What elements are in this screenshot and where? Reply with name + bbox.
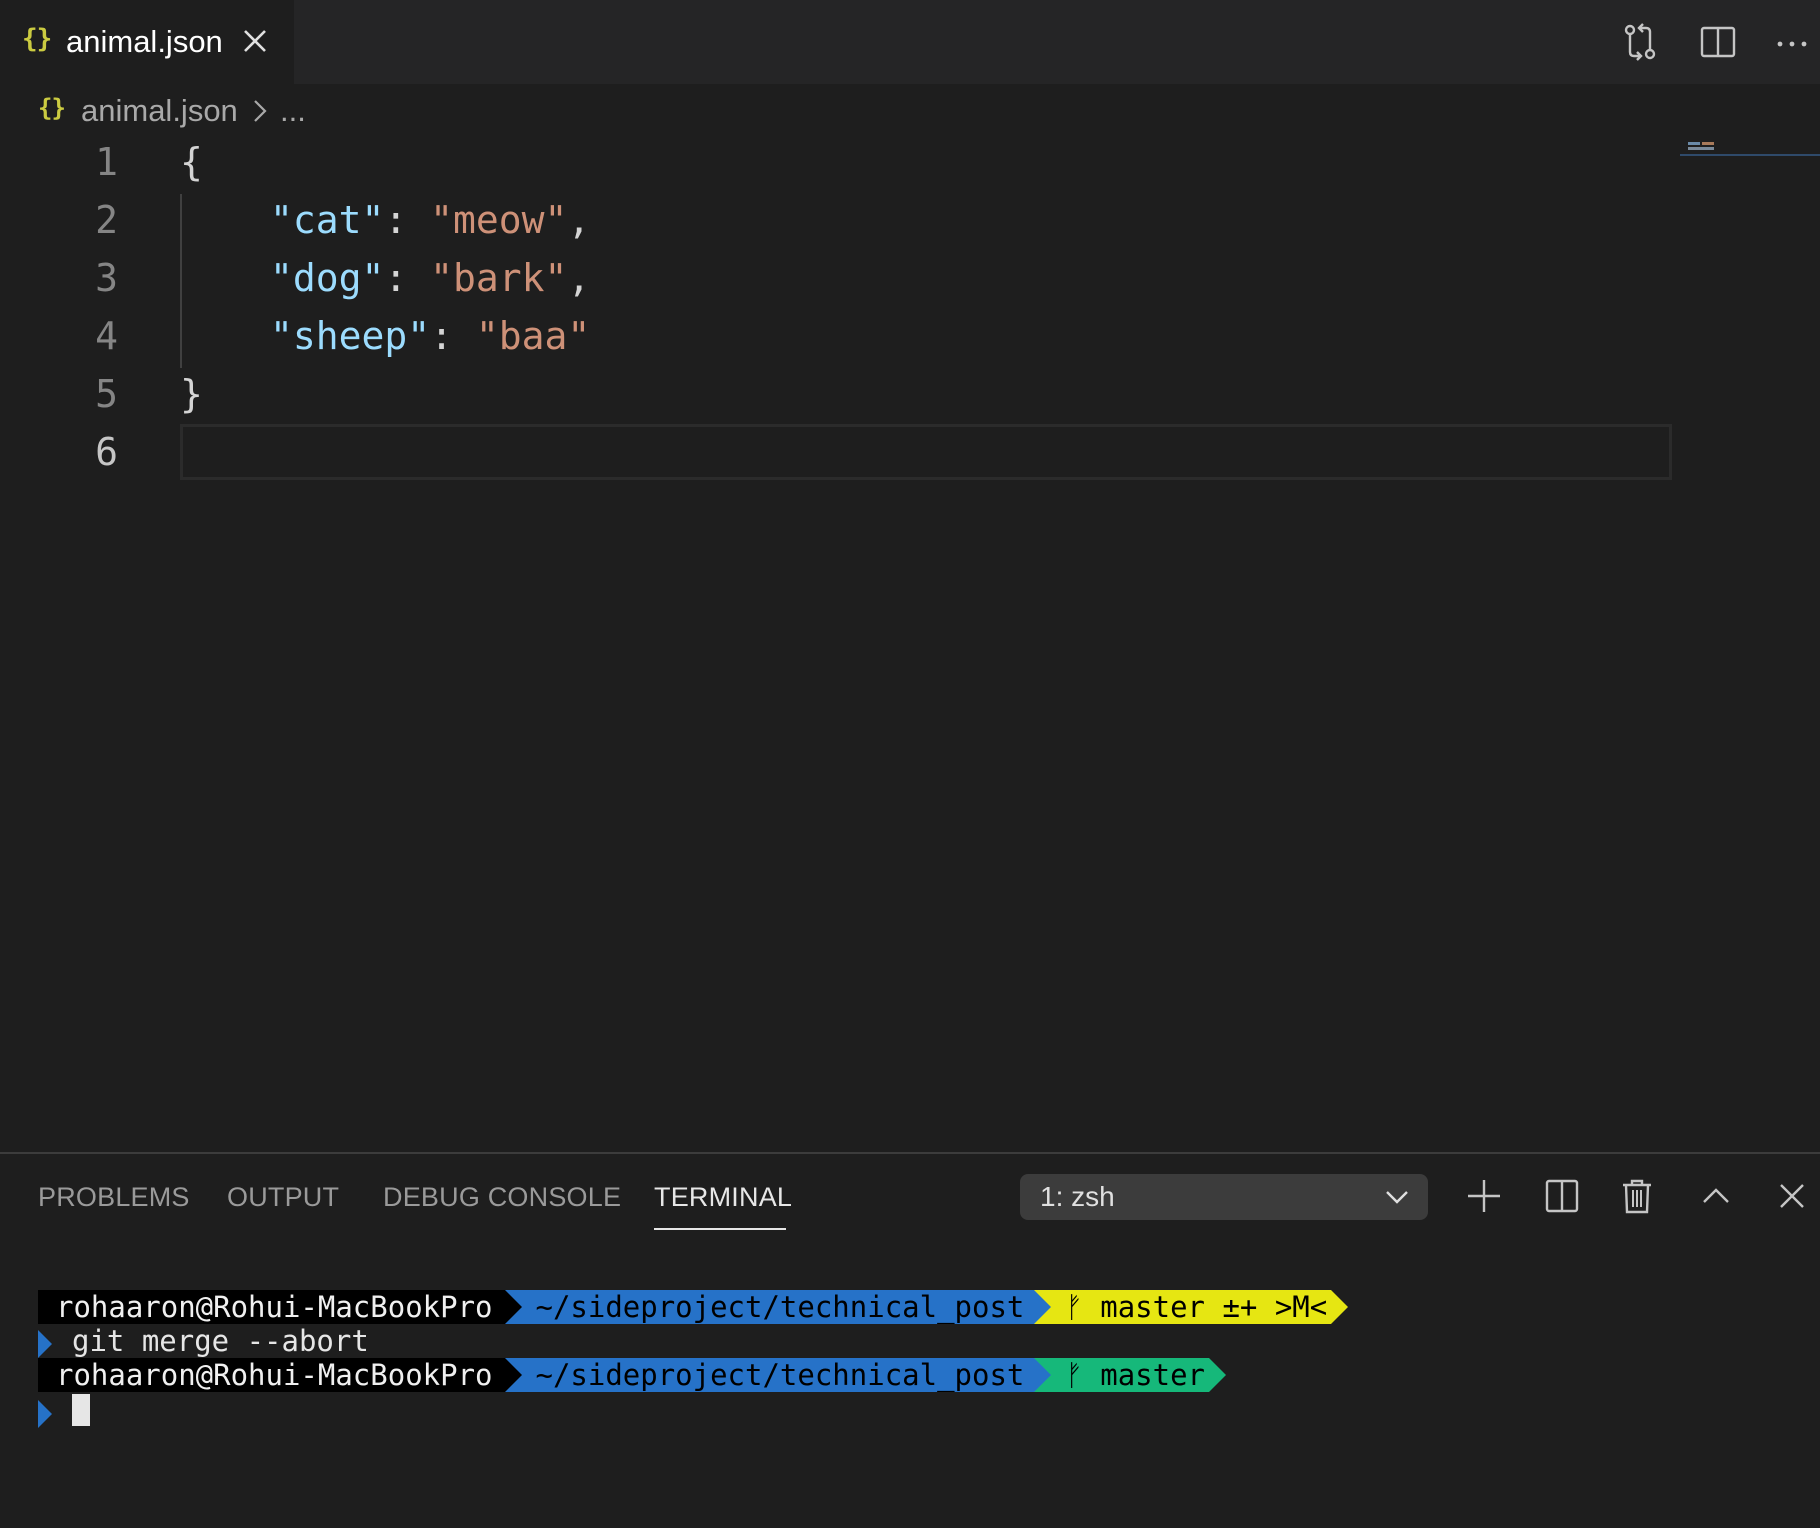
terminal-prompt: rohaaron@Rohui-MacBookPro ~/sideproject/…: [38, 1290, 1349, 1324]
more-actions-icon[interactable]: [1772, 22, 1812, 62]
line-number: 4: [95, 314, 118, 358]
line-code: }: [180, 372, 203, 416]
prompt-user: rohaaron@Rohui-MacBookPro: [38, 1358, 505, 1392]
powerline-separator: [1034, 1290, 1052, 1324]
editor-tab-bar: {} animal.json: [0, 0, 1820, 84]
prompt-git-status: ᚠ master: [1051, 1358, 1209, 1392]
line-code: "dog": "bark",: [270, 256, 591, 300]
code-editor[interactable]: 1 { 2 "cat": "meow", 3 "dog": "bark", 4 …: [0, 136, 1820, 1152]
line-code: "cat": "meow",: [270, 198, 591, 242]
terminal-select[interactable]: 1: zsh: [1020, 1174, 1428, 1220]
breadcrumb: {} animal.json ...: [0, 84, 1820, 136]
json-value: "baa": [475, 314, 591, 358]
breadcrumb-file[interactable]: animal.json: [81, 93, 238, 129]
trash-icon[interactable]: [1617, 1176, 1657, 1216]
terminal-input-line[interactable]: [38, 1392, 238, 1432]
split-terminal-icon[interactable]: [1542, 1176, 1582, 1216]
json-key: "dog": [270, 256, 385, 300]
open-changes-icon[interactable]: [1620, 22, 1660, 62]
prompt-chevron-icon: [38, 1330, 52, 1358]
terminal-select-value: 1: zsh: [1040, 1181, 1115, 1212]
line-number: 5: [95, 372, 118, 416]
json-braces-icon: {}: [22, 24, 52, 54]
json-value: "meow": [430, 198, 568, 242]
chevron-down-icon: [1386, 1191, 1408, 1204]
line-number: 1: [95, 140, 118, 184]
tab-output[interactable]: OUTPUT: [227, 1182, 339, 1213]
new-terminal-icon[interactable]: [1464, 1176, 1504, 1216]
close-icon[interactable]: [240, 26, 270, 56]
tab-debug-console[interactable]: DEBUG CONSOLE: [383, 1182, 621, 1213]
chevron-up-icon[interactable]: [1696, 1176, 1736, 1216]
tab-label: animal.json: [66, 24, 223, 59]
powerline-separator: [1331, 1290, 1349, 1324]
line-code: {: [180, 140, 203, 184]
code-line-current[interactable]: 6: [0, 426, 1680, 484]
json-value: "bark": [430, 256, 568, 300]
line-number: 2: [95, 198, 118, 242]
powerline-separator: [504, 1358, 522, 1392]
prompt-git-status: ᚠ master ±+ >M<: [1051, 1290, 1332, 1324]
terminal-command: git merge --abort: [72, 1324, 369, 1358]
json-key: "cat": [270, 198, 385, 242]
tab-terminal[interactable]: TERMINAL: [654, 1182, 792, 1213]
terminal-prompt: rohaaron@Rohui-MacBookPro ~/sideproject/…: [38, 1358, 1226, 1392]
powerline-separator: [504, 1290, 522, 1324]
powerline-separator: [1209, 1358, 1226, 1392]
line-number: 6: [95, 430, 118, 474]
bottom-panel: PROBLEMS OUTPUT DEBUG CONSOLE TERMINAL 1…: [0, 1152, 1820, 1462]
line-code: "sheep": "baa": [270, 314, 591, 358]
code-line[interactable]: 4 "sheep": "baa": [0, 310, 1680, 368]
prompt-user: rohaaron@Rohui-MacBookPro: [38, 1290, 505, 1324]
code-line[interactable]: 2 "cat": "meow",: [0, 194, 1680, 252]
active-tab-indicator: [654, 1228, 786, 1230]
prompt-path: ~/sideproject/technical_post: [521, 1290, 1035, 1324]
prompt-chevron-icon: [38, 1400, 52, 1428]
breadcrumb-more[interactable]: ...: [280, 93, 306, 129]
split-editor-icon[interactable]: [1698, 22, 1738, 62]
prompt-path: ~/sideproject/technical_post: [521, 1358, 1035, 1392]
terminal-cursor: [72, 1394, 90, 1426]
powerline-separator: [1034, 1358, 1052, 1392]
terminal-command-line: git merge --abort: [38, 1324, 638, 1358]
json-braces-icon: {}: [38, 94, 66, 122]
chevron-right-icon: [254, 100, 267, 122]
json-key: "sheep": [270, 314, 431, 358]
code-line[interactable]: 5 }: [0, 368, 1680, 426]
tab-animal-json[interactable]: {} animal.json: [0, 0, 294, 84]
close-panel-icon[interactable]: [1772, 1176, 1812, 1216]
line-number: 3: [95, 256, 118, 300]
tab-problems[interactable]: PROBLEMS: [38, 1182, 190, 1213]
code-line[interactable]: 1 {: [0, 136, 1680, 194]
code-line[interactable]: 3 "dog": "bark",: [0, 252, 1680, 310]
minimap[interactable]: [1680, 136, 1820, 166]
